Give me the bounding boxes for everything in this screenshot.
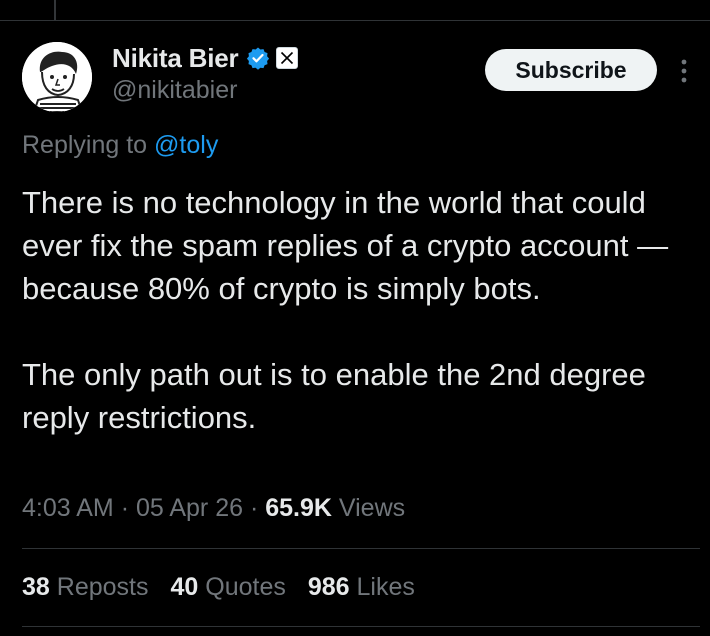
likes-label: Likes — [356, 573, 415, 601]
meta-separator: · — [249, 494, 259, 522]
likes-stat-link[interactable]: 986 Likes — [308, 573, 415, 602]
likes-count: 986 — [307, 573, 350, 601]
reposts-label: Reposts — [56, 573, 149, 601]
author-handle[interactable]: @nikitabier — [112, 76, 237, 105]
meta-divider — [22, 548, 700, 549]
tweet-time[interactable]: 4:03 AM — [22, 494, 114, 522]
tweet-body: There is no technology in the world that… — [22, 181, 702, 439]
views-label: Views — [338, 494, 406, 522]
x-affiliation-badge-icon — [276, 47, 299, 69]
quotes-count: 40 — [170, 573, 199, 601]
stats-divider — [22, 626, 700, 627]
thread-connector-line — [54, 0, 56, 20]
more-options-icon[interactable] — [676, 58, 692, 84]
tweet-paragraph: There is no technology in the world that… — [22, 185, 669, 306]
tweet-date[interactable]: 05 Apr 26 — [136, 494, 243, 522]
views-count: 65.9K — [265, 494, 332, 522]
top-divider — [0, 20, 710, 21]
engagement-stats: 38 Reposts 40 Quotes 986 Likes — [22, 573, 437, 602]
tweet-paragraph: The only path out is to enable the 2nd d… — [22, 357, 646, 435]
subscribe-button[interactable]: Subscribe — [485, 49, 657, 91]
replying-to-handle-link[interactable]: @toly — [154, 131, 218, 159]
tweet-meta: 4:03 AM · 05 Apr 26 · 65.9K Views — [22, 494, 405, 523]
avatar-sketch-image — [22, 42, 92, 112]
author-name-row: Nikita Bier — [112, 42, 299, 74]
quotes-stat-link[interactable]: 40 Quotes — [170, 573, 285, 602]
quotes-label: Quotes — [205, 573, 286, 601]
author-display-name[interactable]: Nikita Bier — [112, 43, 239, 74]
replying-to-context: Replying to @toly — [22, 131, 218, 160]
reposts-stat-link[interactable]: 38 Reposts — [22, 573, 148, 602]
avatar[interactable] — [22, 42, 92, 112]
verified-badge-icon — [247, 47, 270, 70]
meta-separator: · — [120, 494, 130, 522]
replying-to-label: Replying to — [22, 131, 148, 159]
reposts-count: 38 — [22, 573, 50, 601]
